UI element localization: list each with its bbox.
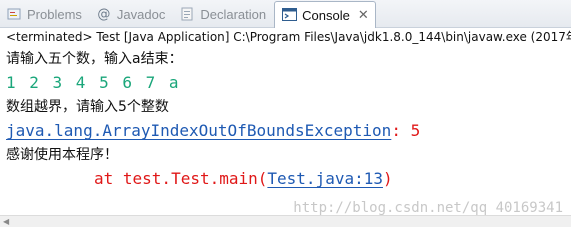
exception-class-link[interactable]: java.lang.ArrayIndexOutOfBoundsException [6,121,391,140]
declaration-icon [179,6,195,22]
console-view: Problems @ Javadoc Declaration Console ✕… [0,0,571,227]
tab-declaration[interactable]: Declaration [173,1,274,27]
close-icon[interactable]: ✕ [358,8,369,23]
tab-console[interactable]: Console ✕ [274,1,376,28]
scroll-left-arrow-icon[interactable]: ◀ [3,217,9,226]
tab-javadoc-label: Javadoc [116,6,166,22]
stack-trace-suffix: ) [382,169,393,188]
view-tab-bar: Problems @ Javadoc Declaration Console ✕ [0,0,571,28]
console-line-user-input: 1 2 3 4 5 6 7 a [6,73,181,92]
javadoc-at-icon: @ [97,6,111,22]
horizontal-scrollbar[interactable]: ◀ [0,215,571,227]
console-line-thanks: 感谢使用本程序！ [6,147,118,163]
console-line-prompt: 请输入五个数，输入a结束： [6,51,183,67]
problems-icon [6,6,22,22]
tab-declaration-label: Declaration [200,6,267,22]
exception-message: : 5 [391,121,421,140]
console-output[interactable]: 请输入五个数，输入a结束： 1 2 3 4 5 6 7 a 数组越界，请输入5个… [6,47,571,191]
tab-javadoc[interactable]: @ Javadoc [90,1,173,27]
console-line-out-of-bounds: 数组越界，请输入5个整数 [6,99,169,115]
tab-console-label: Console [302,7,350,23]
watermark-text: http://blog.csdn.net/qq_40169341 [293,200,563,216]
stack-trace-prefix: at test.Test.main( [94,169,268,188]
process-status-line: <terminated> Test [Java Application] C:\… [6,30,571,44]
console-line-stack-trace: at test.Test.main(Test.java:13) [6,167,571,191]
tab-problems[interactable]: Problems [0,1,90,27]
tab-problems-label: Problems [27,6,82,22]
source-location-link[interactable]: Test.java:13 [267,169,383,188]
console-line-exception: java.lang.ArrayIndexOutOfBoundsException… [6,119,571,143]
console-icon [281,7,297,23]
